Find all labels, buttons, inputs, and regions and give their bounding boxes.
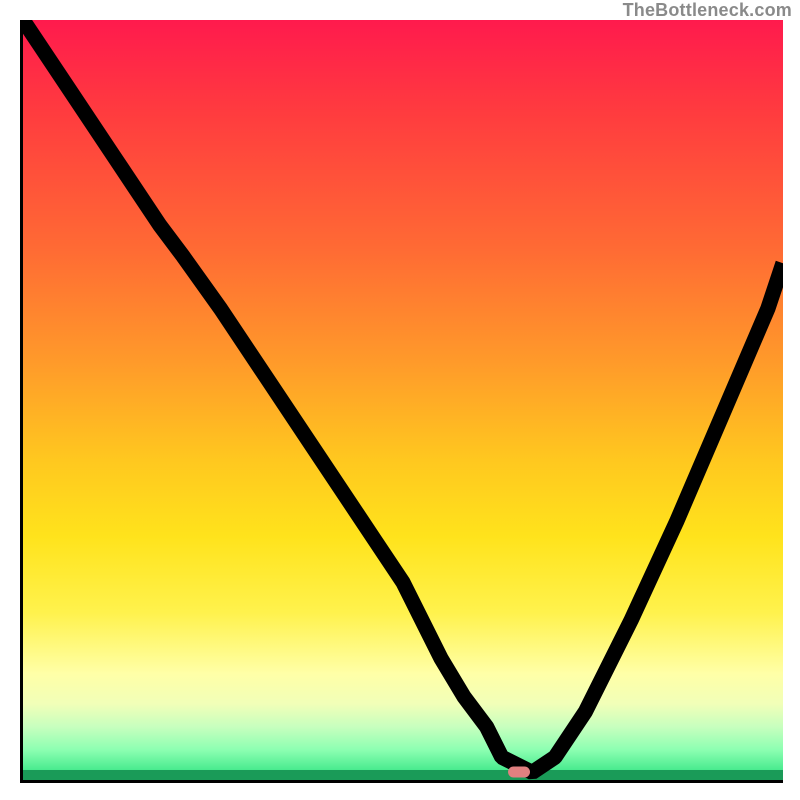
bottleneck-curve-line [23,20,783,772]
optimal-point-marker [508,766,530,777]
chart-container: TheBottleneck.com [0,0,800,800]
plot-area [20,20,783,783]
bottleneck-curve [23,20,783,780]
watermark-label: TheBottleneck.com [623,0,792,21]
